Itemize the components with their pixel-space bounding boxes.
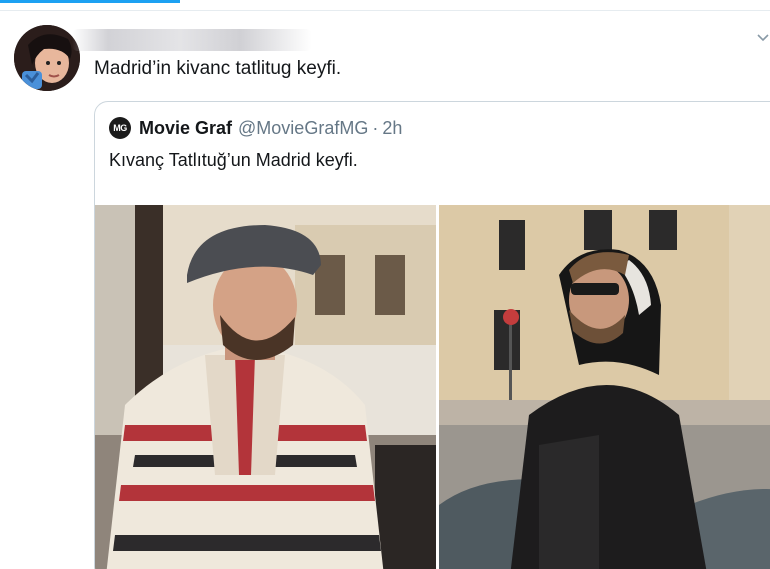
quoted-tweet-header: MG Movie Graf @MovieGrafMG · 2h bbox=[109, 116, 402, 140]
tweet[interactable]: Madrid’in kivanc tatlitug keyfi. MG Movi… bbox=[0, 11, 770, 569]
active-tab-indicator bbox=[0, 0, 180, 3]
quoted-author-avatar[interactable]: MG bbox=[109, 117, 131, 139]
quoted-tweet-time[interactable]: 2h bbox=[382, 118, 402, 139]
avatar[interactable] bbox=[14, 25, 80, 91]
photo-1[interactable] bbox=[95, 205, 436, 569]
photo-2[interactable] bbox=[439, 205, 770, 569]
avatar-image bbox=[14, 25, 80, 91]
quoted-tweet-text: Kıvanç Tatlıtuğ’un Madrid keyfi. bbox=[109, 150, 358, 170]
author-name-redacted bbox=[72, 29, 312, 51]
quoted-tweet[interactable]: MG Movie Graf @MovieGrafMG · 2h Kıvanç T… bbox=[94, 101, 770, 569]
chevron-down-icon[interactable] bbox=[756, 31, 770, 45]
tweet-text: Madrid’in kivanc tatlitug keyfi. bbox=[94, 58, 342, 79]
media-grid bbox=[95, 205, 770, 569]
separator-dot: · bbox=[372, 117, 379, 138]
quoted-author-name[interactable]: Movie Graf bbox=[139, 118, 232, 139]
quoted-author-handle[interactable]: @MovieGrafMG bbox=[238, 118, 368, 139]
